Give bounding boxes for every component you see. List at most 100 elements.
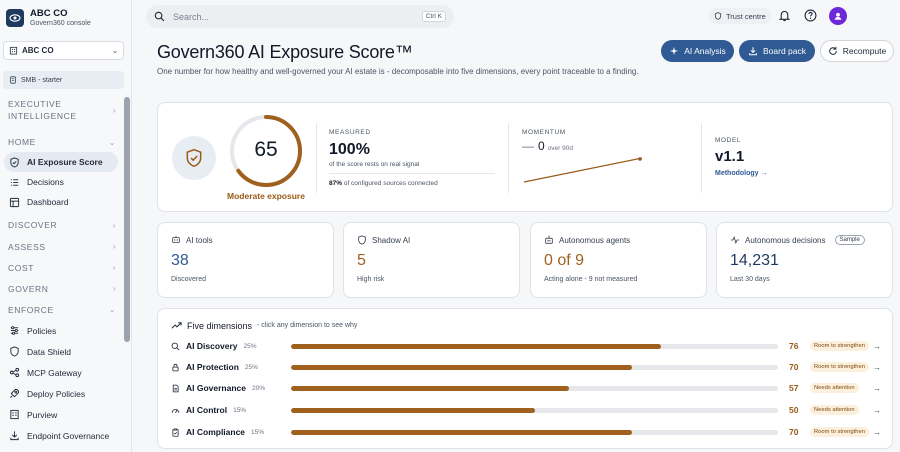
- dimension-row-ai-governance[interactable]: AI Governance 20% 57 Needs attention →: [171, 381, 883, 395]
- ai-analysis-button[interactable]: AI Analysis: [661, 40, 734, 62]
- sidebar-item-dashboard[interactable]: Dashboard: [4, 192, 118, 212]
- sidebar-item-label: Dashboard: [27, 197, 69, 207]
- sidebar-item-deploy-policies[interactable]: Deploy Policies: [4, 383, 118, 404]
- divider: [329, 173, 495, 174]
- dimension-row-ai-compliance[interactable]: AI Compliance 15% 70 Room to strengthen …: [171, 425, 883, 439]
- document-icon: [172, 384, 179, 392]
- board-pack-label: Board pack: [763, 46, 806, 56]
- dimension-status-badge: Room to strengthen: [810, 362, 869, 372]
- sidebar-item-label: AI Exposure Score: [27, 157, 103, 167]
- dimension-score: 70: [789, 427, 799, 437]
- stat-card-ai-tools[interactable]: AI tools 38 Discovered: [157, 222, 334, 298]
- chevron-right-icon: ›: [112, 220, 116, 230]
- momentum-kicker: MOMENTUM: [522, 129, 566, 136]
- measured-kicker: MEASURED: [329, 129, 371, 136]
- sidebar-item-purview[interactable]: Purview: [4, 404, 118, 425]
- stat-caption: Discovered: [171, 276, 207, 283]
- bell-icon[interactable]: [778, 9, 791, 22]
- nav-section-cost[interactable]: COST ›: [0, 257, 124, 278]
- stat-title: Autonomous agents: [559, 235, 631, 245]
- divider: [316, 123, 317, 193]
- dimension-bar-fill: [291, 344, 662, 349]
- divider: [508, 123, 509, 193]
- nav-section-executive-intelligence[interactable]: EXECUTIVE INTELLIGENCE ›: [0, 98, 124, 124]
- nav-section-label: EXECUTIVE: [8, 99, 62, 109]
- dimension-row-ai-discovery[interactable]: AI Discovery 25% 76 Room to strengthen →: [171, 339, 883, 353]
- chevron-down-icon: ⌄: [112, 47, 118, 55]
- sidebar-item-policies[interactable]: Policies: [4, 320, 118, 341]
- stat-title: Shadow AI: [372, 235, 411, 245]
- sparkline-line: [523, 157, 643, 183]
- stat-card-autonomous-decisions[interactable]: Autonomous decisions Sample 14,231 Last …: [716, 222, 893, 298]
- search-icon: [171, 342, 180, 350]
- dimension-status-badge: Room to strengthen: [810, 427, 869, 437]
- stat-title: AI tools: [186, 235, 213, 245]
- nav-section-label: ENFORCE: [8, 304, 54, 315]
- sidebar-item-data-shield[interactable]: Data Shield: [4, 341, 118, 362]
- arrow-right-icon: →: [873, 405, 881, 415]
- dimension-score: 57: [789, 383, 799, 393]
- download-icon: [749, 47, 757, 56]
- stat-value: 5: [357, 252, 366, 269]
- sidebar-item-endpoint-governance[interactable]: Endpoint Governance: [4, 425, 118, 446]
- gateway-icon: [9, 367, 20, 378]
- nav-section-enforce[interactable]: ENFORCE ⌄: [0, 299, 124, 320]
- help-icon[interactable]: [804, 9, 817, 22]
- plan-chip[interactable]: SMB - starter: [3, 71, 124, 89]
- arrow-right-icon: →: [873, 383, 881, 393]
- search-input[interactable]: [173, 11, 403, 22]
- dimension-name: AI Discovery: [186, 341, 238, 351]
- brand[interactable]: ABC CO Govern360 console: [6, 8, 91, 27]
- search-bar[interactable]: Ctrl K: [146, 5, 454, 28]
- receipt-icon: [10, 76, 16, 84]
- board-pack-button[interactable]: Board pack: [739, 40, 815, 62]
- org-select-value: ABC CO: [22, 46, 54, 55]
- methodology-link[interactable]: Methodology →: [715, 170, 768, 177]
- download-icon: [10, 431, 19, 441]
- dimension-row-ai-control[interactable]: AI Control 15% 50 Needs attention →: [171, 403, 883, 417]
- sample-badge: Sample: [834, 235, 865, 245]
- divider: [701, 123, 702, 193]
- dimension-score: 76: [789, 341, 799, 351]
- dimension-weight: 15%: [251, 428, 265, 436]
- dimension-bar-fill: [291, 365, 632, 370]
- dimension-row-ai-protection[interactable]: AI Protection 25% 70 Room to strengthen …: [171, 360, 883, 374]
- agent-icon: [545, 235, 553, 244]
- nav-section-assess[interactable]: ASSESS ›: [0, 236, 124, 257]
- nav-section-label: INTELLIGENCE: [8, 111, 77, 121]
- exposure-score-card: 65 Moderate exposure MEASURED 100% of th…: [157, 102, 893, 212]
- org-select[interactable]: ABC CO ⌄: [3, 41, 124, 60]
- model-block: MODEL v1.1 Methodology →: [715, 137, 768, 177]
- dimension-name: AI Control: [186, 405, 228, 415]
- sidebar: ABC CO Govern360 console ABC CO ⌄ SMB - …: [0, 0, 132, 452]
- stat-card-autonomous-agents[interactable]: Autonomous agents 0 of 9 Acting alone - …: [530, 222, 707, 298]
- sidebar-scrollbar[interactable]: [124, 97, 130, 342]
- dimension-weight: 25%: [243, 342, 257, 350]
- sidebar-item-ai-exposure-score[interactable]: AI Exposure Score: [4, 152, 118, 172]
- list-icon: [10, 178, 19, 186]
- nav-section-discover[interactable]: DISCOVER ›: [0, 214, 124, 236]
- sources-connected: 87% of configured sources connected: [329, 180, 438, 187]
- nav-section-home[interactable]: HOME ⌄: [0, 132, 124, 152]
- nav-section-govern[interactable]: GOVERN ›: [0, 278, 124, 299]
- recompute-button[interactable]: Recompute: [820, 40, 894, 62]
- sidebar-item-label: Decisions: [27, 177, 64, 187]
- model-value: v1.1: [715, 148, 745, 165]
- shield-icon: [358, 235, 366, 245]
- sidebar-item-decisions[interactable]: Decisions: [4, 172, 118, 192]
- nav-section-label: COST: [8, 262, 35, 273]
- sidebar-item-label: Data Shield: [27, 346, 71, 357]
- avatar[interactable]: [829, 7, 847, 25]
- brand-name: ABC CO: [30, 8, 68, 19]
- gauge-icon: [171, 408, 180, 413]
- stat-card-shadow-ai[interactable]: Shadow AI 5 High risk: [343, 222, 520, 298]
- lock-icon: [172, 363, 179, 371]
- trust-centre-button[interactable]: Trust centre: [708, 8, 772, 24]
- measured-block: MEASURED 100% of the score rests on real…: [329, 129, 419, 168]
- chevron-right-icon: ›: [112, 263, 116, 272]
- sidebar-item-mcp-gateway[interactable]: MCP Gateway: [4, 362, 118, 383]
- chevron-down-icon: ⌄: [108, 305, 116, 314]
- dimension-score: 70: [789, 362, 799, 372]
- sidebar-item-label: Deploy Policies: [27, 388, 86, 399]
- five-dimensions-card: Five dimensions - click any dimension to…: [157, 308, 893, 449]
